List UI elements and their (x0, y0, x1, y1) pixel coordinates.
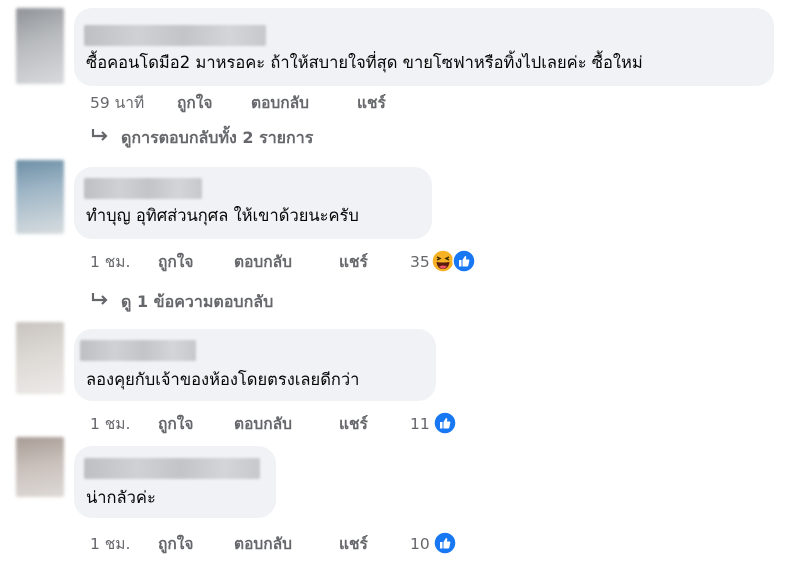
comment-timestamp[interactable]: 59 นาที (90, 93, 144, 113)
reaction-count: 10 (410, 535, 430, 553)
reply-button[interactable]: ตอบกลับ (234, 252, 292, 272)
author-name-blurred[interactable] (84, 178, 202, 199)
avatar[interactable] (16, 437, 64, 497)
share-button[interactable]: แชร์ (339, 534, 368, 554)
author-name-blurred[interactable] (84, 25, 266, 46)
comment-timestamp[interactable]: 1 ชม. (90, 252, 130, 272)
like-button[interactable]: ถูกใจ (177, 93, 212, 113)
comment-text: ลองคุยกับเจ้าของห้องโดยตรงเลยดีกว่า (86, 370, 360, 389)
share-button[interactable]: แชร์ (339, 414, 368, 434)
comment-text: ทำบุญ อุทิศส่วนกุศล ให้เขาด้วยนะครับ (86, 206, 359, 225)
comment-timestamp[interactable]: 1 ชม. (90, 414, 130, 434)
reaction-count: 11 (410, 415, 430, 433)
reaction-count: 35 (410, 253, 430, 271)
like-button[interactable]: ถูกใจ (158, 252, 193, 272)
like-icon (452, 249, 476, 277)
reply-button[interactable]: ตอบกลับ (234, 414, 292, 434)
comment-text: ซื้อคอนโดมือ2 มาหรอคะ ถ้าให้สบายใจที่สุด… (86, 53, 643, 72)
author-name-blurred[interactable] (84, 458, 260, 479)
avatar[interactable] (16, 8, 64, 84)
like-icon (433, 531, 457, 559)
share-button[interactable]: แชร์ (357, 93, 386, 113)
like-button[interactable]: ถูกใจ (158, 414, 193, 434)
comment-timestamp[interactable]: 1 ชม. (90, 534, 130, 554)
reply-arrow-icon (90, 291, 110, 311)
like-icon (433, 411, 457, 439)
avatar[interactable] (16, 160, 64, 234)
avatar[interactable] (16, 322, 64, 394)
author-name-blurred[interactable] (80, 340, 196, 361)
reply-button[interactable]: ตอบกลับ (234, 534, 292, 554)
view-replies-text[interactable]: ดูการตอบกลับทั้ง 2 รายการ (121, 127, 313, 149)
view-replies-text[interactable]: ดู 1 ข้อความตอบกลับ (121, 291, 273, 313)
reply-arrow-icon (90, 127, 110, 147)
share-button[interactable]: แชร์ (339, 252, 368, 272)
comment-text: น่ากลัวค่ะ (86, 488, 156, 507)
reply-button[interactable]: ตอบกลับ (251, 93, 309, 113)
like-button[interactable]: ถูกใจ (158, 534, 193, 554)
comment-bubble (74, 8, 774, 86)
